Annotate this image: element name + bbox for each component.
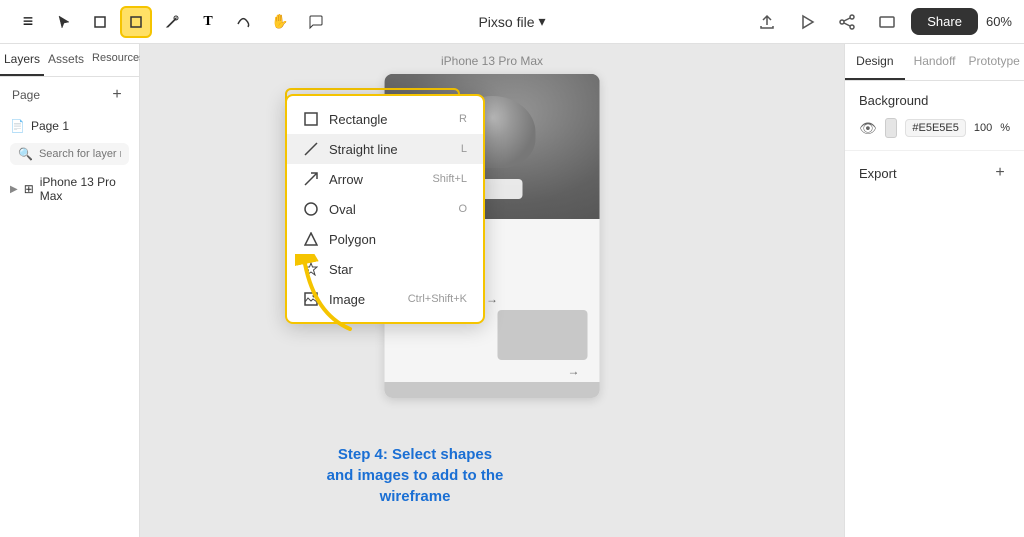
dropdown-arrow-icon: ▾ xyxy=(539,13,546,30)
path-tool-button[interactable] xyxy=(228,6,260,38)
background-section: Background 👁 #E5E5E5 100 % xyxy=(845,81,1024,151)
frame-icon xyxy=(92,14,108,30)
upload-button[interactable] xyxy=(751,6,783,38)
menu-item-polygon[interactable]: Polygon xyxy=(287,224,483,254)
straight-line-shortcut: L xyxy=(461,143,467,155)
present-button[interactable] xyxy=(871,6,903,38)
opacity-value: 100 xyxy=(974,122,992,134)
iphone-layer-item[interactable]: ▶ ⊞ iPhone 13 Pro Max xyxy=(0,169,139,209)
page-section: Page + xyxy=(0,77,139,113)
opacity-symbol: % xyxy=(1000,122,1010,134)
menu-item-arrow[interactable]: Arrow Shift+L xyxy=(287,164,483,194)
image-shortcut: Ctrl+Shift+K xyxy=(408,293,467,305)
shape-tool-button[interactable] xyxy=(120,6,152,38)
layer-chevron-icon: ▶ xyxy=(10,184,18,195)
main-area: Layers Assets Resources Page + 📄 Page 1 … xyxy=(0,44,1024,537)
comment-icon xyxy=(308,14,324,30)
rectangle-shortcut: R xyxy=(459,113,467,125)
color-hex-value[interactable]: #E5E5E5 xyxy=(905,119,965,137)
page-1-label: Page 1 xyxy=(31,119,69,133)
menu-button[interactable]: ≡ xyxy=(12,6,44,38)
path-icon xyxy=(236,14,252,30)
toolbar-center: Pixso file ▾ xyxy=(478,13,545,30)
add-page-button[interactable]: + xyxy=(107,85,127,105)
left-panel-tabs: Layers Assets Resources xyxy=(0,44,139,77)
share-button[interactable]: Share xyxy=(911,8,978,35)
zoom-level: 60% xyxy=(986,14,1012,29)
search-input[interactable] xyxy=(39,148,121,160)
oval-icon xyxy=(303,201,319,217)
layer-name: iPhone 13 Pro Max xyxy=(40,175,129,203)
arrow-menu-icon xyxy=(303,171,319,187)
toolbar: ≡ T ✋ xyxy=(0,0,1024,44)
tab-prototype[interactable]: Prototype xyxy=(964,44,1024,80)
annotation-arrow-svg xyxy=(295,254,365,334)
left-panel: Layers Assets Resources Page + 📄 Page 1 … xyxy=(0,44,140,537)
export-header: Export + xyxy=(859,163,1010,183)
add-export-button[interactable]: + xyxy=(990,163,1010,183)
background-section-header: Background xyxy=(859,93,1010,108)
annotation-text: Step 4: Select shapes and images to add … xyxy=(325,444,505,507)
file-name[interactable]: Pixso file ▾ xyxy=(478,13,545,30)
canvas-frame-label: iPhone 13 Pro Max xyxy=(441,54,543,68)
tab-handoff[interactable]: Handoff xyxy=(905,44,965,80)
shape-icon xyxy=(128,14,144,30)
visibility-icon[interactable]: 👁 xyxy=(859,120,877,137)
oval-shortcut: O xyxy=(458,203,467,215)
play-icon xyxy=(798,13,816,31)
background-label: Background xyxy=(859,93,928,108)
right-panel: Design Handoff Prototype Background 👁 #E… xyxy=(844,44,1024,537)
yellow-arrow xyxy=(295,254,365,339)
export-section: Export + xyxy=(845,151,1024,195)
polygon-icon xyxy=(303,231,319,247)
menu-item-rectangle-label: Rectangle xyxy=(329,112,388,127)
menu-item-straight-line[interactable]: Straight line L xyxy=(287,134,483,164)
pen-icon xyxy=(164,14,180,30)
cursor-icon xyxy=(56,14,72,30)
background-row: 👁 #E5E5E5 100 % xyxy=(859,118,1010,138)
menu-item-straight-line-label: Straight line xyxy=(329,142,398,157)
toolbar-left: ≡ T ✋ xyxy=(12,6,747,38)
wf-text-placeholder xyxy=(498,310,588,360)
menu-item-polygon-label: Polygon xyxy=(329,232,376,247)
menu-item-arrow-label: Arrow xyxy=(329,172,363,187)
wf-arrow-2: → xyxy=(397,364,588,378)
toolbar-right: Share 60% xyxy=(751,6,1012,38)
upload-icon xyxy=(758,13,776,31)
hand-tool-button[interactable]: ✋ xyxy=(264,6,296,38)
present-icon xyxy=(878,13,896,31)
page-label: Page xyxy=(12,88,40,102)
menu-item-oval-label: Oval xyxy=(329,202,356,217)
right-panel-tabs: Design Handoff Prototype xyxy=(845,44,1024,81)
comment-tool-button[interactable] xyxy=(300,6,332,38)
arrow-shortcut: Shift+L xyxy=(432,173,467,185)
menu-item-oval[interactable]: Oval O xyxy=(287,194,483,224)
straight-line-icon xyxy=(303,141,319,157)
annotation-container: Step 4: Select shapes and images to add … xyxy=(325,444,515,507)
move-tool-button[interactable] xyxy=(48,6,80,38)
page-icon: 📄 xyxy=(10,119,25,133)
text-tool-button[interactable]: T xyxy=(192,6,224,38)
search-icon: 🔍 xyxy=(18,147,33,161)
wf-bottom-bar xyxy=(385,382,600,398)
page-1-item[interactable]: 📄 Page 1 xyxy=(0,113,139,139)
search-box: 🔍 xyxy=(10,143,129,165)
tab-assets[interactable]: Assets xyxy=(44,44,88,76)
share-link-icon xyxy=(838,13,856,31)
share-alt-button[interactable] xyxy=(831,6,863,38)
menu-item-rectangle[interactable]: Rectangle R xyxy=(287,104,483,134)
color-swatch[interactable] xyxy=(885,118,898,138)
export-label: Export xyxy=(859,166,897,181)
canvas-area[interactable]: iPhone 13 Pro Max xyxy=(140,44,844,537)
rectangle-icon xyxy=(303,111,319,127)
frame-tool-button[interactable] xyxy=(84,6,116,38)
tab-design[interactable]: Design xyxy=(845,44,905,80)
frame-layer-icon: ⊞ xyxy=(24,182,34,196)
tab-layers[interactable]: Layers xyxy=(0,44,44,76)
pen-tool-button[interactable] xyxy=(156,6,188,38)
play-button[interactable] xyxy=(791,6,823,38)
